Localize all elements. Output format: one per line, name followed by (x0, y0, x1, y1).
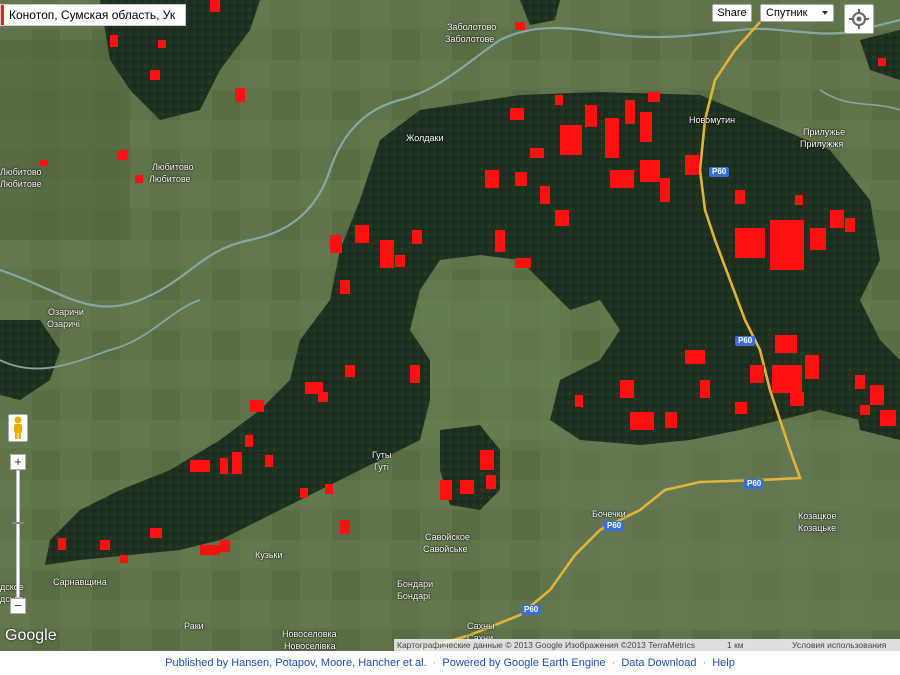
help-link[interactable]: Help (712, 657, 735, 669)
google-logo: Google (5, 627, 57, 644)
chevron-down-icon (822, 11, 828, 15)
place-label: Козацьке (798, 523, 837, 533)
separator: · (702, 657, 707, 669)
road-shield: P60 (709, 167, 730, 177)
place-label: Савойское (425, 532, 470, 542)
search-input[interactable] (9, 6, 184, 24)
road-shield: P60 (744, 479, 765, 489)
attribution-bar: Картографические данные © 2013 Google Из… (394, 639, 900, 651)
map-type-dropdown[interactable]: Спутник (760, 4, 834, 22)
place-label: Новоселовка (282, 629, 337, 639)
place-label: Жолдаки (406, 133, 444, 143)
place-label: Гуты (372, 450, 392, 460)
place-label: Бочечки (592, 509, 626, 519)
zoom-out-button[interactable]: − (10, 598, 26, 614)
place-label: Заболотово (447, 22, 497, 32)
separator: · (611, 657, 616, 669)
street-view-pegman[interactable] (8, 414, 28, 442)
place-label: Озаричи (48, 307, 84, 317)
satellite-map[interactable]: Заболотово Заболотове Новомутин Прилужье… (0, 0, 900, 651)
place-label: Заболотове (445, 34, 495, 44)
place-label: Сарнавщина (53, 577, 107, 587)
place-label: Новоселівка (284, 641, 336, 651)
pegman-icon (14, 416, 22, 439)
crosshair-icon (849, 9, 869, 29)
place-label: Любитово (0, 167, 42, 177)
place-label: Бондарі (397, 591, 431, 601)
zoom-in-button[interactable]: + (10, 454, 26, 470)
published-link[interactable]: Published by Hansen, Potapov, Moore, Han… (165, 657, 427, 669)
search-accent (1, 5, 4, 25)
map-type-label: Спутник (766, 7, 808, 19)
place-label: Озаричі (47, 319, 80, 329)
my-location-button[interactable] (844, 4, 874, 34)
place-label: Любитове (149, 174, 191, 184)
place-label: Сахны (467, 621, 495, 631)
footer: Published by Hansen, Potapov, Moore, Han… (0, 651, 900, 675)
place-label: Прилужье (803, 127, 846, 137)
road-shield: P60 (521, 605, 542, 615)
terms-of-use-link[interactable]: Условия использования (792, 639, 886, 651)
place-label: дское (0, 582, 24, 592)
separator: · (432, 657, 437, 669)
road-shield: P60 (604, 521, 625, 531)
road-shield: P60 (735, 336, 756, 346)
place-label: Раки (184, 621, 204, 631)
place-label: Любитово (152, 162, 194, 172)
map-data-attribution[interactable]: Картографические данные © 2013 Google Из… (397, 639, 695, 651)
zoom-slider-handle[interactable] (12, 522, 24, 524)
place-label: Новомутин (689, 115, 736, 125)
place-label: Кузьки (255, 550, 283, 560)
zoom-slider-track[interactable] (16, 470, 20, 598)
scale-label: 1 км (727, 640, 744, 650)
earth-engine-link[interactable]: Powered by Google Earth Engine (442, 657, 605, 669)
place-label: Любитове (0, 179, 42, 189)
share-button[interactable]: Share (712, 4, 752, 22)
place-label: Прилужжя (800, 139, 844, 149)
place-label: Козацкое (798, 511, 837, 521)
search-box (0, 4, 186, 26)
data-download-link[interactable]: Data Download (621, 657, 696, 669)
place-label: Гуті (374, 462, 389, 472)
place-label: Бондари (397, 579, 434, 589)
place-label: Савойське (423, 544, 468, 554)
